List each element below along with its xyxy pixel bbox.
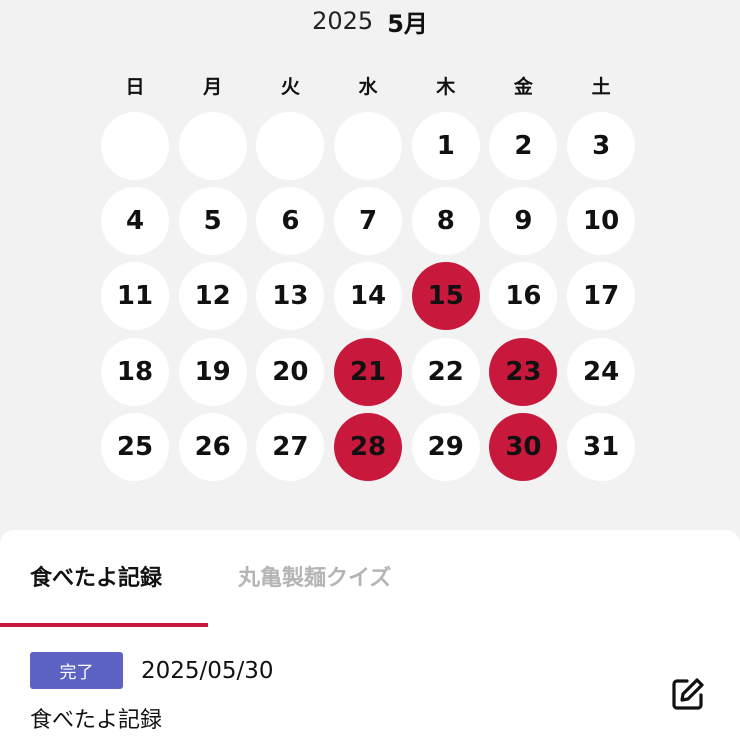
calendar-day[interactable]: 25 [101,412,169,481]
weekday-label: 月 [203,76,223,98]
calendar-empty-cell [256,112,325,180]
calendar-day[interactable]: 19 [178,337,247,406]
calendar-day[interactable]: 3 [567,112,636,180]
calendar-year: 2025 [312,7,374,35]
calendar-day[interactable]: 9 [489,187,558,256]
entry-header: 完了 2025/05/30 [30,652,274,689]
weekday-header: 日 月 火 水 木 金 土 [101,72,635,99]
edit-icon [672,678,704,710]
status-badge: 完了 [30,652,123,689]
calendar-day[interactable]: 27 [256,412,325,481]
edit-button[interactable] [668,674,708,714]
month-header: 2025 5月 [0,4,740,38]
calendar-day[interactable]: 1 [411,112,480,180]
calendar-day[interactable]: 31 [567,412,636,481]
calendar-day[interactable]: 10 [567,187,636,256]
calendar-day[interactable]: 20 [256,337,325,406]
calendar-day-marked[interactable]: 23 [489,337,558,406]
calendar-day[interactable]: 26 [178,412,247,481]
calendar-day[interactable]: 2 [489,112,558,180]
calendar-day[interactable]: 18 [101,337,169,406]
weekday-label: 金 [513,76,533,98]
tab-eat-record[interactable]: 食べたよ記録 [30,560,162,592]
calendar-month: 5月 [387,9,428,38]
entry-date: 2025/05/30 [141,657,274,684]
active-tab-indicator [0,623,208,627]
tab-bar: 食べたよ記録 丸亀製麺クイズ [0,530,740,627]
calendar-day[interactable]: 12 [178,262,247,331]
weekday-label: 木 [436,76,456,98]
tab-quiz[interactable]: 丸亀製麺クイズ [238,560,391,592]
weekday-label: 火 [280,76,300,98]
calendar-day[interactable]: 6 [256,187,325,256]
calendar-empty-cell [101,112,169,180]
calendar-day[interactable]: 8 [411,187,480,256]
calendar-day-marked[interactable]: 21 [334,337,403,406]
calendar-day[interactable]: 24 [567,337,636,406]
calendar-day[interactable]: 4 [101,187,169,256]
calendar-day[interactable]: 5 [178,187,247,256]
record-panel: 食べたよ記録 丸亀製麺クイズ 完了 2025/05/30 食べたよ記録 [0,530,740,750]
calendar-day[interactable]: 13 [256,262,325,331]
calendar-day-marked[interactable]: 30 [489,412,558,481]
weekday-label: 水 [358,76,378,98]
calendar-day[interactable]: 17 [567,262,636,331]
calendar-day[interactable]: 11 [101,262,169,331]
calendar-day[interactable]: 14 [334,262,403,331]
calendar-day-marked[interactable]: 15 [411,262,480,331]
calendar-day[interactable]: 29 [411,412,480,481]
entry-title: 食べたよ記録 [30,708,163,733]
calendar-day[interactable]: 22 [411,337,480,406]
calendar-day-marked[interactable]: 28 [334,412,403,481]
calendar-day[interactable]: 16 [489,262,558,331]
calendar-grid: 1 2 3 4 5 6 7 8 9 10 11 12 13 14 15 16 17 18 19 20 21 22 23 24 2… [101,112,636,481]
calendar-empty-cell [178,112,247,180]
calendar-empty-cell [334,112,403,180]
weekday-label: 日 [125,76,145,98]
weekday-label: 土 [591,76,611,98]
calendar-day[interactable]: 7 [334,187,403,256]
